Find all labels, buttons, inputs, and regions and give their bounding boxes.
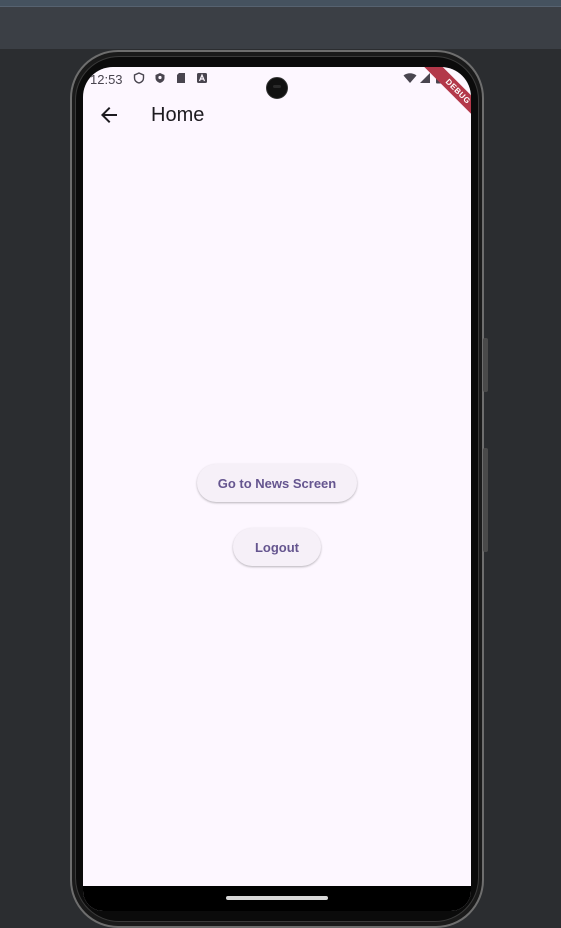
shield-icon (155, 73, 165, 83)
wifi-icon (403, 73, 417, 83)
navigation-bar (83, 886, 471, 911)
back-arrow-icon[interactable] (97, 103, 121, 127)
font-icon (197, 73, 207, 83)
emulator-toolbar (0, 6, 561, 49)
phone-screen: 12:53 DEBUG Home Go to News Screen Logou… (83, 67, 471, 911)
go-to-news-button[interactable]: Go to News Screen (197, 464, 357, 502)
volume-button[interactable] (483, 448, 488, 552)
home-indicator[interactable] (226, 896, 328, 900)
logout-button[interactable]: Logout (233, 528, 321, 566)
page-title: Home (151, 104, 205, 126)
shield-outline-icon (133, 72, 145, 84)
app-bar: Home (83, 91, 471, 143)
sd-card-icon (177, 73, 185, 83)
power-button[interactable] (483, 338, 488, 392)
signal-icon (420, 73, 430, 83)
status-time: 12:53 (90, 72, 123, 87)
